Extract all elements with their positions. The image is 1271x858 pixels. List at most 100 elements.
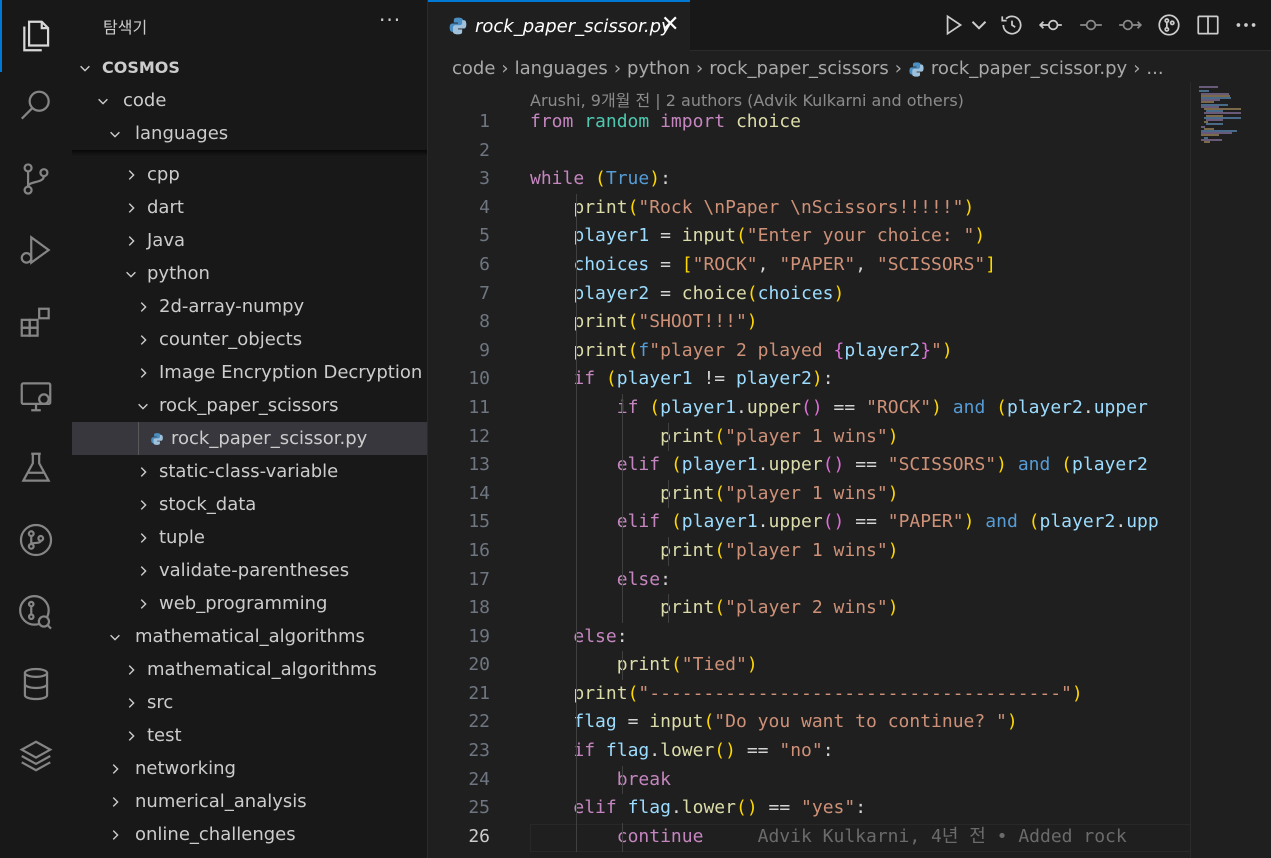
- code-line[interactable]: 17 else:: [428, 566, 1271, 595]
- line-number: 15: [468, 511, 490, 533]
- line-number: 19: [468, 625, 490, 647]
- folder-item[interactable]: mathematical_algorithms: [72, 653, 427, 686]
- search-icon[interactable]: [0, 70, 72, 142]
- database-icon[interactable]: [0, 648, 72, 720]
- code-text: break: [616, 768, 671, 790]
- tree-item-label: COSMOS: [102, 58, 180, 77]
- folder-item[interactable]: rock_paper_scissors: [72, 389, 427, 422]
- folder-item[interactable]: Java: [72, 224, 427, 257]
- code-line[interactable]: 6 choices = ["ROCK", "PAPER", "SCISSORS"…: [428, 251, 1271, 280]
- minimap[interactable]: [1190, 82, 1271, 858]
- breadcrumb: code › languages › python › rock_paper_scissor…: [452, 56, 1164, 82]
- code-line[interactable]: 25 elif flag.lower() == "yes":: [428, 794, 1271, 823]
- line-number: 17: [468, 568, 490, 590]
- folder-item[interactable]: networking: [72, 752, 427, 785]
- folder-item[interactable]: src: [72, 686, 427, 719]
- code-line[interactable]: 26 continue Advik Kulkarni, 4년 전 • Added…: [428, 823, 1271, 852]
- open-changes-icon[interactable]: [1078, 12, 1104, 38]
- code-line[interactable]: 1 from random import choice: [428, 108, 1271, 137]
- code-line[interactable]: 4 print("Rock \nPaper \nScissors!!!!!"): [428, 194, 1271, 223]
- code-line[interactable]: 12 print("player 1 wins"): [428, 423, 1271, 452]
- tree-item-label: tuple: [159, 527, 205, 548]
- folder-item[interactable]: test: [72, 719, 427, 752]
- source-control-icon[interactable]: [0, 143, 72, 215]
- line-number: 3: [479, 168, 490, 190]
- run-icon[interactable]: [940, 12, 966, 38]
- line-number: 22: [468, 711, 490, 733]
- code-line[interactable]: 14 print("player 1 wins"): [428, 480, 1271, 509]
- code-line[interactable]: 23 if flag.lower() == "no":: [428, 737, 1271, 766]
- code-line[interactable]: 18 print("player 2 wins"): [428, 594, 1271, 623]
- breadcrumb-item[interactable]: ...: [1146, 58, 1163, 79]
- chevron-down-icon[interactable]: [966, 12, 987, 38]
- code-editor[interactable]: 1 from random import choice 2 3 while (True)…: [428, 108, 1271, 852]
- previous-change-icon[interactable]: [1038, 12, 1064, 38]
- testing-icon[interactable]: [0, 432, 72, 504]
- tree-item-label: cpp: [147, 164, 180, 185]
- folder-item[interactable]: online_challenges: [72, 818, 427, 851]
- folder-item[interactable]: validate-parentheses: [72, 554, 427, 587]
- folder-item[interactable]: numerical_analysis: [72, 785, 427, 818]
- folder-item[interactable]: dart: [72, 191, 427, 224]
- timeline-icon[interactable]: [999, 12, 1025, 38]
- code-line[interactable]: 9 print(f"player 2 played {player2}"): [428, 337, 1271, 366]
- line-number: 13: [468, 454, 490, 476]
- folder-item[interactable]: web_programming: [72, 587, 427, 620]
- next-change-icon[interactable]: [1117, 12, 1143, 38]
- folder-item[interactable]: static-class-variable: [72, 455, 427, 488]
- chevron-right-icon: [136, 587, 150, 620]
- code-line[interactable]: 3 while (True):: [428, 165, 1271, 194]
- code-line[interactable]: 20 print("Tied"): [428, 651, 1271, 680]
- files-icon[interactable]: [0, 0, 72, 72]
- code-line[interactable]: 24 break: [428, 766, 1271, 795]
- breadcrumb-item[interactable]: rock_paper_scissor.py: [931, 58, 1127, 79]
- code-line[interactable]: 11 if (player1.upper() == "ROCK") and (p…: [428, 394, 1271, 423]
- run-debug-icon[interactable]: [0, 214, 72, 286]
- folder-item[interactable]: Image Encryption Decryption: [72, 356, 427, 389]
- code-line[interactable]: 8 print("SHOOT!!!"): [428, 308, 1271, 337]
- code-line[interactable]: 13 elif (player1.upper() == "SCISSORS") …: [428, 451, 1271, 480]
- chevron-right-icon: [108, 818, 122, 851]
- folder-item[interactable]: tuple: [72, 521, 427, 554]
- code-line[interactable]: 22 flag = input("Do you want to continue…: [428, 708, 1271, 737]
- breadcrumb-item[interactable]: python: [627, 58, 690, 79]
- folder-item[interactable]: stock_data: [72, 488, 427, 521]
- folder-item[interactable]: cpp: [72, 158, 427, 191]
- code-line[interactable]: 21 print("------------------------------…: [428, 680, 1271, 709]
- more-actions-icon[interactable]: ···: [379, 8, 401, 32]
- remote-explorer-icon[interactable]: [0, 360, 72, 432]
- code-line[interactable]: 10 if (player1 != player2):: [428, 365, 1271, 394]
- python-file-icon: [908, 58, 931, 79]
- breadcrumb-item[interactable]: rock_paper_scissors: [709, 58, 889, 79]
- git-lens-icon[interactable]: [1156, 12, 1182, 38]
- breadcrumb-item[interactable]: code: [452, 58, 495, 79]
- breadcrumb-item[interactable]: languages: [515, 58, 608, 79]
- code-line[interactable]: 15 elif (player1.upper() == "PAPER") and…: [428, 508, 1271, 537]
- split-editor-icon[interactable]: [1195, 12, 1221, 38]
- close-icon[interactable]: ✕: [661, 12, 679, 37]
- folder-item[interactable]: python: [72, 257, 427, 290]
- folder-item[interactable]: languages: [72, 117, 427, 150]
- layers-icon[interactable]: [0, 720, 72, 792]
- folder-item[interactable]: 2d-array-numpy: [72, 290, 427, 323]
- folder-item[interactable]: counter_objects: [72, 323, 427, 356]
- line-number: 25: [468, 797, 490, 819]
- code-line[interactable]: 2: [428, 137, 1271, 166]
- folder-item[interactable]: COSMOS: [72, 51, 427, 84]
- more-actions-icon[interactable]: [1233, 12, 1259, 38]
- folder-item[interactable]: code: [72, 84, 427, 117]
- minimap-line: [1206, 123, 1223, 126]
- indent-guide: [668, 479, 669, 509]
- git-graph-icon[interactable]: [0, 504, 72, 576]
- code-line[interactable]: 7 player2 = choice(choices): [428, 280, 1271, 309]
- file-item[interactable]: rock_paper_scissor.py: [72, 422, 427, 455]
- chevron-down-icon: [78, 51, 92, 84]
- folder-item[interactable]: mathematical_algorithms: [72, 620, 427, 653]
- extensions-icon[interactable]: [0, 287, 72, 359]
- tree-item-label: online_challenges: [135, 824, 296, 845]
- tab-rock-paper-scissor[interactable]: rock_paper_scissor.py ✕: [428, 0, 690, 51]
- pull-requests-icon[interactable]: [0, 576, 72, 648]
- code-line[interactable]: 16 print("player 1 wins"): [428, 537, 1271, 566]
- code-line[interactable]: 19 else:: [428, 623, 1271, 652]
- code-line[interactable]: 5 player1 = input("Enter your choice: "): [428, 222, 1271, 251]
